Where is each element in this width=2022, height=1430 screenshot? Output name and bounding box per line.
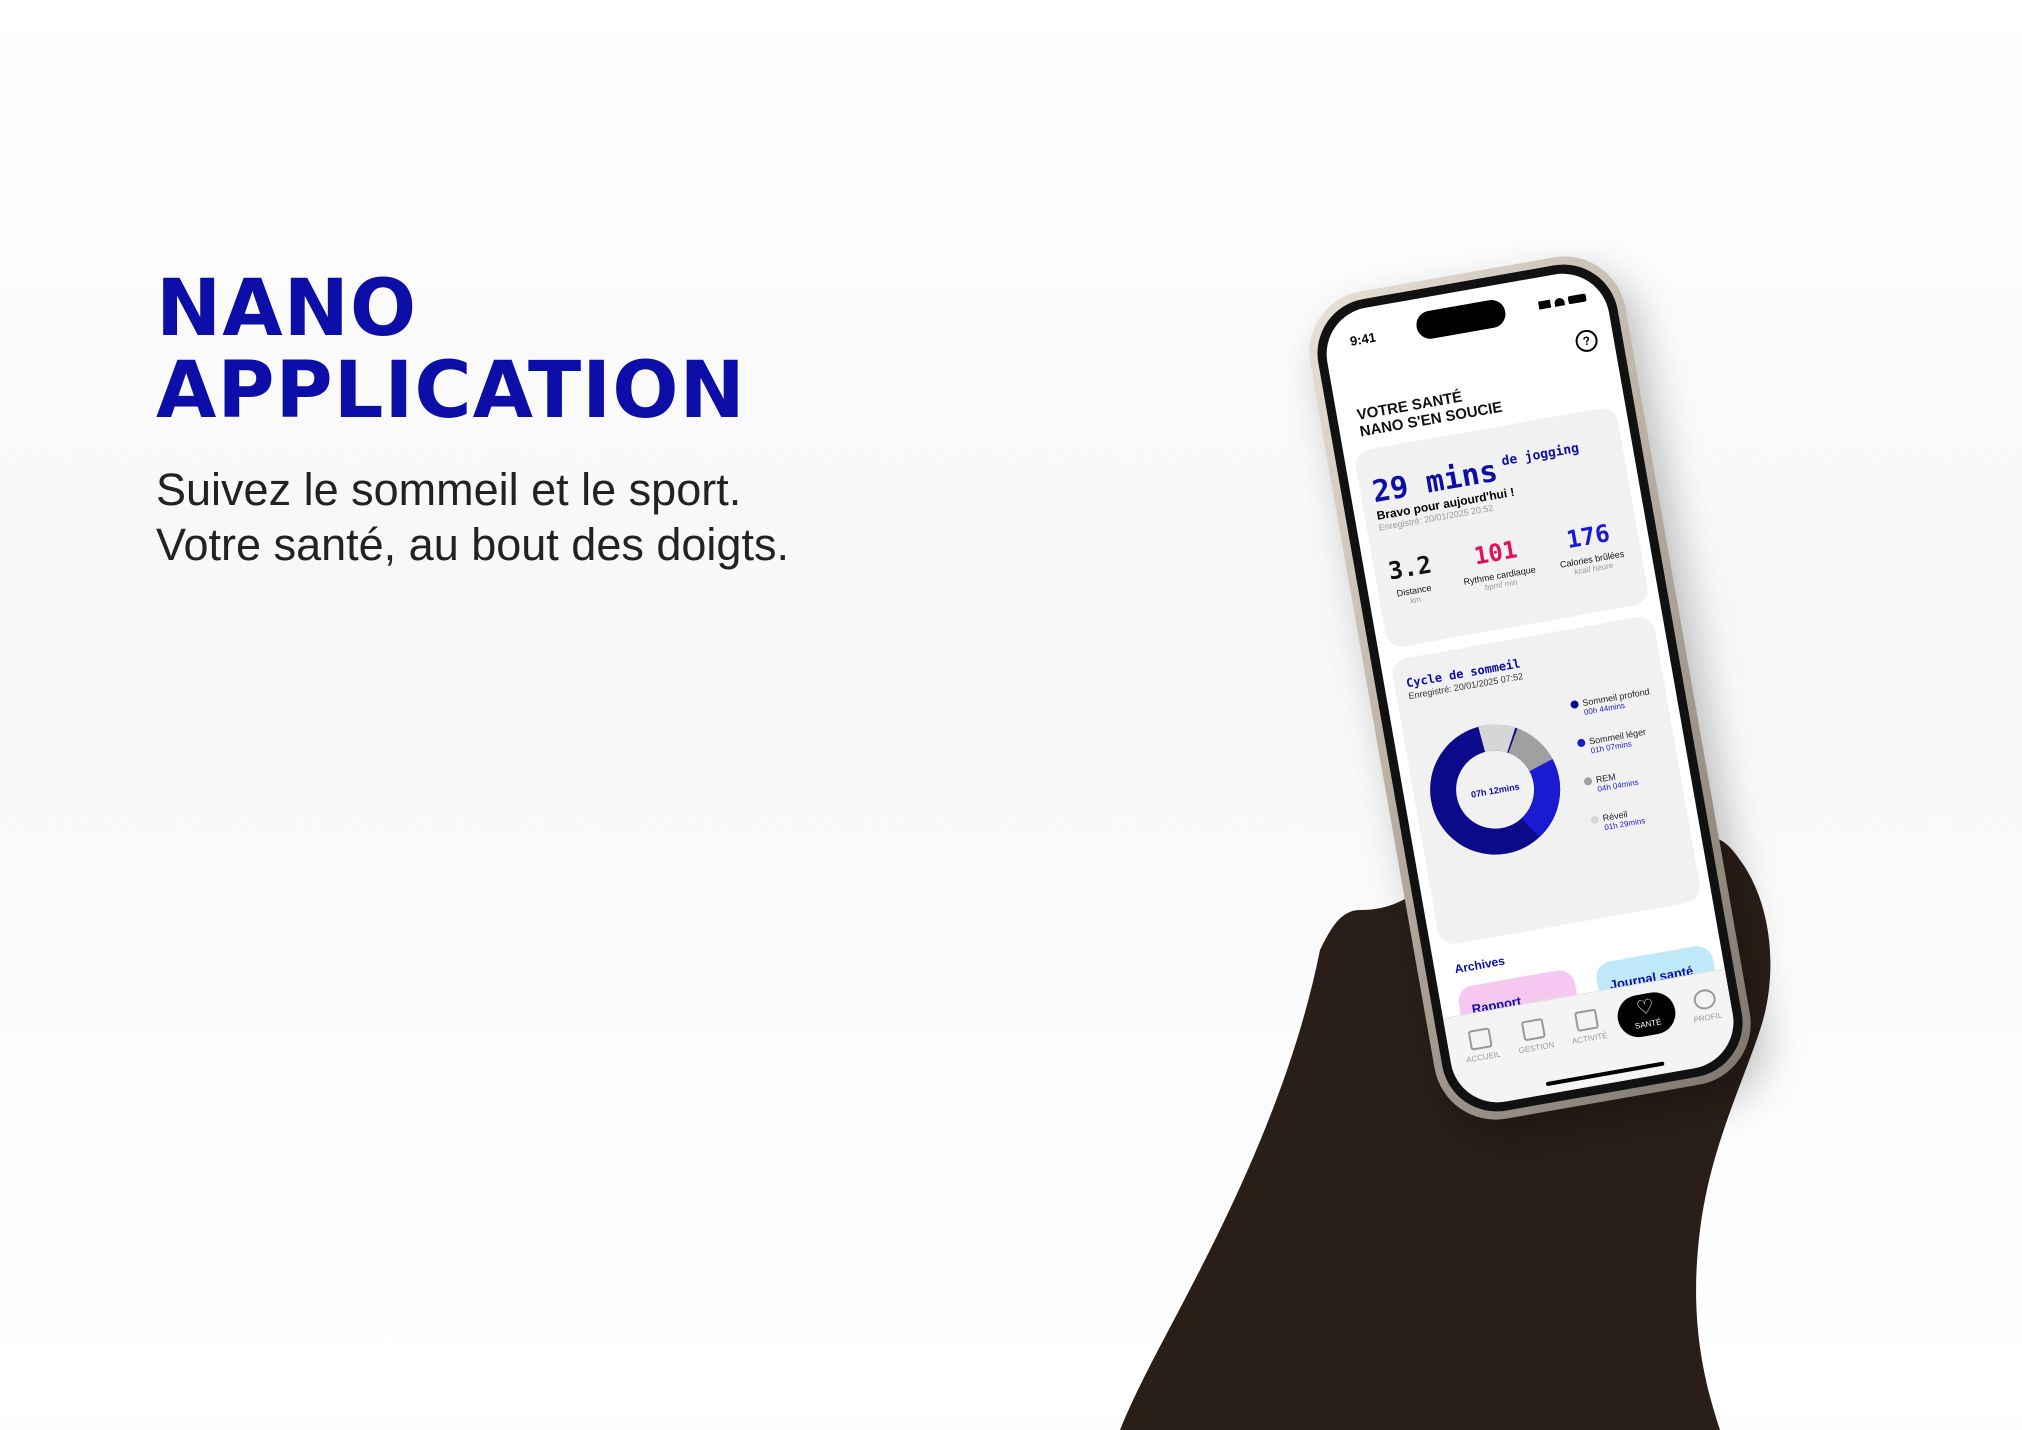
legend-dot <box>1583 776 1593 786</box>
status-time: 9:41 <box>1348 329 1378 349</box>
legend-item: REM 04h 04mins <box>1583 763 1665 796</box>
help-icon[interactable]: ? <box>1573 328 1600 354</box>
hero-block: NANO APPLICATION Suivez le sommeil et le… <box>156 268 789 572</box>
nav-activite-label: ACTIVITÉ <box>1571 1030 1609 1047</box>
legend-item: Sommeil léger 01h 07mins <box>1576 725 1659 758</box>
sleep-donut-chart: 07h 12mins <box>1430 724 1561 855</box>
hero-title: NANO APPLICATION <box>156 268 789 432</box>
user-icon <box>1692 987 1718 1012</box>
status-bar: 9:41 <box>1349 291 1589 352</box>
stat-distance: 3.2 Distance km <box>1386 550 1438 608</box>
stat-value: 3.2 <box>1386 550 1434 586</box>
home-icon <box>1467 1027 1493 1051</box>
nav-profil-label: PROFIL <box>1692 1010 1723 1025</box>
hero-title-line2: APPLICATION <box>156 346 746 436</box>
clipboard-icon <box>1573 1008 1600 1032</box>
nav-activite[interactable]: ACTIVITÉ <box>1560 1006 1615 1047</box>
legend-item: Sommeil profond 00h 44mins <box>1569 686 1652 719</box>
nav-profil[interactable]: PROFIL <box>1678 985 1733 1026</box>
battery-icon <box>1567 293 1587 305</box>
hero-subtitle-line1: Suivez le sommeil et le sport. <box>156 464 742 515</box>
signal-icon <box>1538 299 1552 310</box>
status-icons <box>1538 293 1587 310</box>
sleep-card[interactable]: Cycle de sommeil Enregistré: 20/01/2025 … <box>1390 614 1703 947</box>
nav-sante[interactable]: ♡ SANTÉ <box>1614 989 1679 1041</box>
legend-item: Réveil 01h 29mins <box>1590 802 1672 835</box>
archives-title: Archives <box>1453 953 1506 977</box>
legend-dot <box>1569 699 1580 710</box>
activity-duration-suffix: de jogging <box>1500 440 1581 470</box>
legend-dot <box>1576 738 1586 748</box>
stat-calories: 176 Calories brûlées kcal/ heure <box>1554 517 1627 579</box>
legend-dot <box>1590 815 1600 825</box>
nav-home-label: ACCUEIL <box>1465 1049 1502 1065</box>
sleep-legend: Sommeil profond 00h 44mins Sommeil léger 0… <box>1569 686 1676 854</box>
stat-heart-rate: 101 Rythme cardiaque bpm/ min <box>1457 533 1538 596</box>
hero-subtitle-line2: Votre santé, au bout des doigts. <box>156 519 789 570</box>
hero-subtitle: Suivez le sommeil et le sport. Votre san… <box>156 462 789 572</box>
activity-card[interactable]: 29 minsde jogging Bravo pour aujourd'hui… <box>1353 405 1651 650</box>
nav-gestion-label: GESTION <box>1518 1040 1556 1056</box>
wallet-icon <box>1520 1017 1546 1042</box>
sleep-total: 07h 12mins <box>1470 781 1520 799</box>
home-indicator <box>1545 1061 1665 1087</box>
nav-home[interactable]: ACCUEIL <box>1454 1025 1509 1066</box>
nav-gestion[interactable]: GESTION <box>1507 1015 1562 1056</box>
wifi-icon <box>1553 297 1566 307</box>
hero-title-line1: NANO <box>156 264 418 354</box>
